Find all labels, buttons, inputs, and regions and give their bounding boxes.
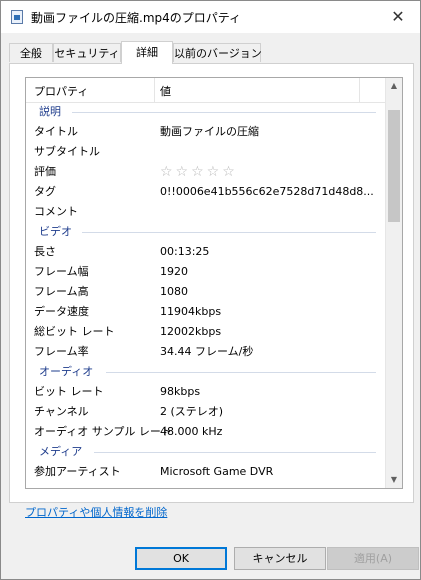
list-header: プロパティ 値 bbox=[26, 78, 386, 103]
property-name: ビット レート bbox=[34, 385, 104, 398]
cancel-button[interactable]: キャンセル bbox=[234, 547, 326, 570]
vertical-scrollbar[interactable]: ▲ ▼ bbox=[385, 78, 402, 488]
property-name: タグ bbox=[34, 185, 56, 198]
column-divider[interactable] bbox=[154, 78, 155, 102]
property-name: データ速度 bbox=[34, 305, 89, 318]
property-value[interactable]: 12002kbps bbox=[160, 322, 221, 342]
property-name: サブタイトル bbox=[34, 145, 100, 158]
table-row[interactable]: ビット レート 98kbps bbox=[26, 382, 386, 402]
details-panel: プロパティ 値 説明 タイトル 動画ファイルの圧縮 サブタイトル 評価 ☆☆☆☆☆ … bbox=[9, 63, 414, 503]
table-row[interactable]: 参加アーティスト Microsoft Game DVR bbox=[26, 462, 386, 482]
tab-general[interactable]: 全般 bbox=[9, 43, 53, 62]
table-row[interactable]: タイトル 動画ファイルの圧縮 bbox=[26, 122, 386, 142]
group-label: ビデオ bbox=[39, 225, 72, 238]
property-value[interactable]: 2 (ステレオ) bbox=[160, 402, 223, 422]
table-row[interactable]: タグ 0!!0006e41b556c62e7528d71d48d8... bbox=[26, 182, 386, 202]
property-value[interactable]: 98kbps bbox=[160, 382, 200, 402]
scroll-down-arrow-icon[interactable]: ▼ bbox=[386, 472, 402, 488]
table-row[interactable]: フレーム率 34.44 フレーム/秒 bbox=[26, 342, 386, 362]
property-list[interactable]: プロパティ 値 説明 タイトル 動画ファイルの圧縮 サブタイトル 評価 ☆☆☆☆☆ … bbox=[25, 77, 403, 489]
scroll-up-arrow-icon[interactable]: ▲ bbox=[386, 78, 402, 94]
table-row[interactable]: フレーム幅 1920 bbox=[26, 262, 386, 282]
property-name: フレーム率 bbox=[34, 345, 89, 358]
property-value[interactable]: 00:13:25 bbox=[160, 242, 209, 262]
property-name: コメント bbox=[34, 205, 78, 218]
table-row[interactable]: サブタイトル bbox=[26, 142, 386, 162]
group-media: メディア bbox=[26, 442, 386, 462]
apply-button[interactable]: 適用(A) bbox=[327, 547, 419, 570]
group-label: オーディオ bbox=[39, 365, 94, 378]
tab-security[interactable]: セキュリティ bbox=[53, 43, 121, 62]
property-name: 評価 bbox=[34, 165, 56, 178]
video-file-icon bbox=[11, 10, 23, 24]
window-title: 動画ファイルの圧縮.mp4のプロパティ bbox=[31, 11, 242, 25]
group-video: ビデオ bbox=[26, 222, 386, 242]
scroll-thumb[interactable] bbox=[388, 110, 400, 222]
property-value[interactable]: 0!!0006e41b556c62e7528d71d48d8... bbox=[160, 182, 374, 202]
rating-stars[interactable]: ☆☆☆☆☆ bbox=[160, 162, 238, 182]
table-row[interactable]: 評価 ☆☆☆☆☆ bbox=[26, 162, 386, 182]
property-value[interactable]: Microsoft Game DVR bbox=[160, 462, 273, 482]
group-label: 説明 bbox=[39, 105, 61, 118]
property-name: 総ビット レート bbox=[34, 325, 115, 338]
group-label: メディア bbox=[39, 445, 83, 458]
property-name: フレーム幅 bbox=[34, 265, 89, 278]
column-header-value[interactable]: 値 bbox=[160, 83, 171, 99]
column-divider[interactable] bbox=[359, 78, 360, 102]
column-header-property[interactable]: プロパティ bbox=[34, 83, 88, 99]
tab-details[interactable]: 詳細 bbox=[121, 41, 173, 64]
table-row[interactable]: 総ビット レート 12002kbps bbox=[26, 322, 386, 342]
group-divider bbox=[94, 452, 376, 453]
property-rows: 説明 タイトル 動画ファイルの圧縮 サブタイトル 評価 ☆☆☆☆☆ タグ 0!!000… bbox=[26, 102, 386, 482]
table-row[interactable]: フレーム高 1080 bbox=[26, 282, 386, 302]
property-value[interactable]: 11904kbps bbox=[160, 302, 221, 322]
group-divider bbox=[106, 372, 376, 373]
table-row[interactable]: 長さ 00:13:25 bbox=[26, 242, 386, 262]
property-name: オーディオ サンプル レート bbox=[34, 425, 172, 438]
tab-previous-versions[interactable]: 以前のバージョン bbox=[173, 43, 262, 62]
close-button[interactable]: ✕ bbox=[376, 1, 420, 33]
property-value[interactable]: 1080 bbox=[160, 282, 188, 302]
remove-properties-link[interactable]: プロパティや個人情報を削除 bbox=[25, 504, 167, 520]
table-row[interactable]: データ速度 11904kbps bbox=[26, 302, 386, 322]
title-bar: 動画ファイルの圧縮.mp4のプロパティ ✕ bbox=[1, 1, 420, 33]
table-row[interactable]: コメント bbox=[26, 202, 386, 222]
group-divider bbox=[72, 112, 376, 113]
property-value[interactable]: 動画ファイルの圧縮 bbox=[160, 122, 259, 142]
property-name: チャンネル bbox=[34, 405, 89, 418]
properties-dialog: 動画ファイルの圧縮.mp4のプロパティ ✕ 全般 セキュリティ 詳細 以前のバー… bbox=[0, 0, 421, 580]
property-name: フレーム高 bbox=[34, 285, 89, 298]
group-audio: オーディオ bbox=[26, 362, 386, 382]
property-value[interactable]: 1920 bbox=[160, 262, 188, 282]
property-name: 長さ bbox=[34, 245, 56, 258]
table-row[interactable]: オーディオ サンプル レート 48.000 kHz bbox=[26, 422, 386, 442]
ok-button[interactable]: OK bbox=[135, 547, 227, 570]
property-name: 参加アーティスト bbox=[34, 465, 121, 478]
property-value[interactable]: 34.44 フレーム/秒 bbox=[160, 342, 253, 362]
group-divider bbox=[82, 232, 376, 233]
property-value[interactable]: 48.000 kHz bbox=[160, 422, 222, 442]
table-row[interactable]: チャンネル 2 (ステレオ) bbox=[26, 402, 386, 422]
group-description: 説明 bbox=[26, 102, 386, 122]
property-name: タイトル bbox=[34, 125, 78, 138]
